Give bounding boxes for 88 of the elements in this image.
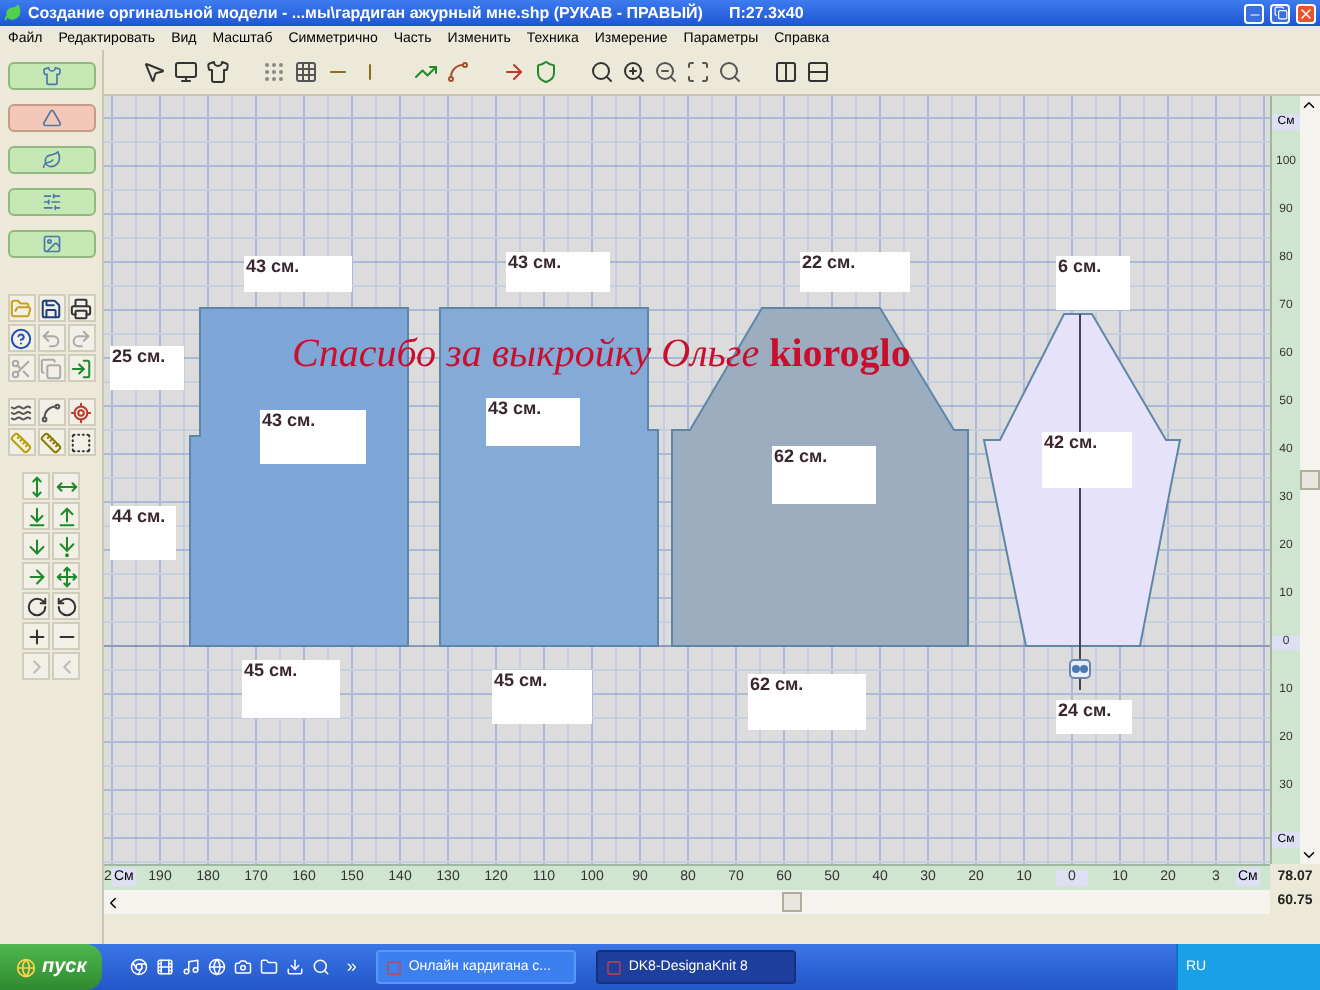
measurement-label: 45 см. [492,670,592,724]
scissors-icon [10,357,32,379]
mode-button[interactable] [7,62,95,90]
arrow-right-icon [25,565,47,587]
scroll-thumb[interactable] [1300,470,1320,490]
measurement-label: 45 см. [242,660,340,718]
curve-icon [40,401,62,423]
leaf-icon [41,150,61,170]
measurement-label: 43 см. [486,398,580,446]
horizontal-scrollbar[interactable] [104,890,1270,914]
toolbar-button[interactable] [204,58,232,86]
copy-icon [40,357,62,379]
slider-icon [41,192,61,212]
measurement-label: 24 см. [1056,700,1132,734]
toolbar-button[interactable] [620,58,648,86]
measurement-label: 62 см. [748,674,866,730]
scroll-up-icon [1300,96,1318,114]
rotate-left-icon [55,595,77,617]
measurement-label: 43 см. [260,410,366,464]
scroll-thumb[interactable] [782,892,802,912]
measurement-label: 25 см. [110,346,184,390]
printer-icon [70,297,92,319]
restore-icon [1273,6,1287,20]
toolbar-button[interactable] [652,58,680,86]
toolbar-button[interactable] [172,58,200,86]
move-icon [55,565,77,587]
toolbar-button[interactable] [292,58,320,86]
globe-icon[interactable] [208,958,227,976]
save-icon [40,297,62,319]
close-icon [1298,5,1314,21]
music-icon[interactable] [182,958,201,976]
undo-icon [40,327,62,349]
grid-icon [294,60,318,84]
ruler-icon [10,431,32,453]
measurement-label: 42 см. [1042,432,1132,488]
drop-icon [55,535,77,557]
dotted-grid-icon [262,60,286,84]
overflow-chevron[interactable]: » [346,958,357,976]
grid-size: П:27.3x40 [728,5,804,21]
camera-icon[interactable] [234,958,253,976]
shirt-icon [41,66,61,86]
folder-icon[interactable] [260,958,279,976]
pointer-icon [142,60,166,84]
arrow-down-icon [25,535,47,557]
measurement-label: 43 см. [244,256,352,292]
redo-icon [70,327,92,349]
film-icon[interactable] [156,958,175,976]
search-icon [590,60,614,84]
marker-icon [70,401,92,423]
app-logo-icon [4,4,22,22]
toolbar-button[interactable] [588,58,616,86]
help-icon [10,327,32,349]
mode-button[interactable] [7,188,95,216]
plus-icon [25,625,47,647]
mode-button[interactable] [7,146,95,174]
search-icon[interactable] [312,958,331,976]
toolbar-button[interactable] [684,58,712,86]
zoom-out-icon [654,60,678,84]
toolbar-button[interactable] [140,58,168,86]
window-title: Создание оргинальной модели - ...мы\гардиган ажурный мне.shp (РУКАВ - ПРАВЫЙ) [28,5,703,21]
measurement-label: 62 см. [772,446,876,504]
measurement-label: 43 см. [506,252,610,292]
rotate-right-icon [25,595,47,617]
mode-button[interactable] [7,104,95,132]
mode-button[interactable] [7,230,95,258]
measurement-label: 6 см. [1056,256,1130,310]
triangle-icon [41,108,61,128]
close-button[interactable] [1296,3,1316,23]
browser-icon[interactable] [130,958,149,976]
zoom-in-icon [622,60,646,84]
waves-icon [10,401,32,423]
zoom-fit-icon [686,60,710,84]
shirt-icon [206,60,230,84]
measurement-label: 22 см. [800,252,910,292]
scroll-left-icon [104,893,122,911]
scroll-down-icon [1300,846,1318,864]
tool-button[interactable] [7,324,35,352]
minimize-button[interactable] [1244,3,1264,23]
vertical-scrollbar[interactable] [1300,96,1320,864]
download-icon[interactable] [286,958,305,976]
folder-icon [10,297,32,319]
grow-up-icon [55,505,77,527]
shrink-down-icon [25,505,47,527]
import-icon [70,357,92,379]
restore-button[interactable] [1270,3,1290,23]
measurement-label: 44 см. [110,506,176,560]
picture-icon [41,234,61,254]
monitor-icon [174,60,198,84]
